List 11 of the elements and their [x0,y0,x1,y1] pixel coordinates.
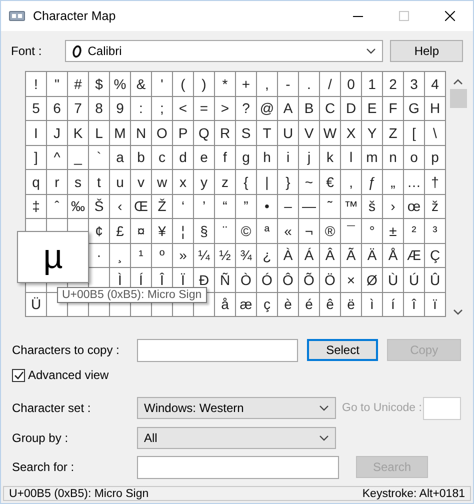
search-for-label: Search for : [12,460,76,474]
character-popup: µ [17,231,89,283]
status-description: U+00B5 (0xB5): Micro Sign [9,488,149,500]
font-label: Font : [11,44,43,58]
go-to-unicode-label: Go to Unicode : [342,402,423,414]
window-title: Character Map [33,9,117,23]
status-keystroke: Keystroke: Alt+0181 [362,488,465,500]
character-tooltip: U+00B5 (0xB5): Micro Sign [57,287,207,303]
group-by-label: Group by : [12,431,70,445]
characters-to-copy-label: Characters to copy : [12,343,120,357]
character-set-label: Character set : [12,401,92,415]
